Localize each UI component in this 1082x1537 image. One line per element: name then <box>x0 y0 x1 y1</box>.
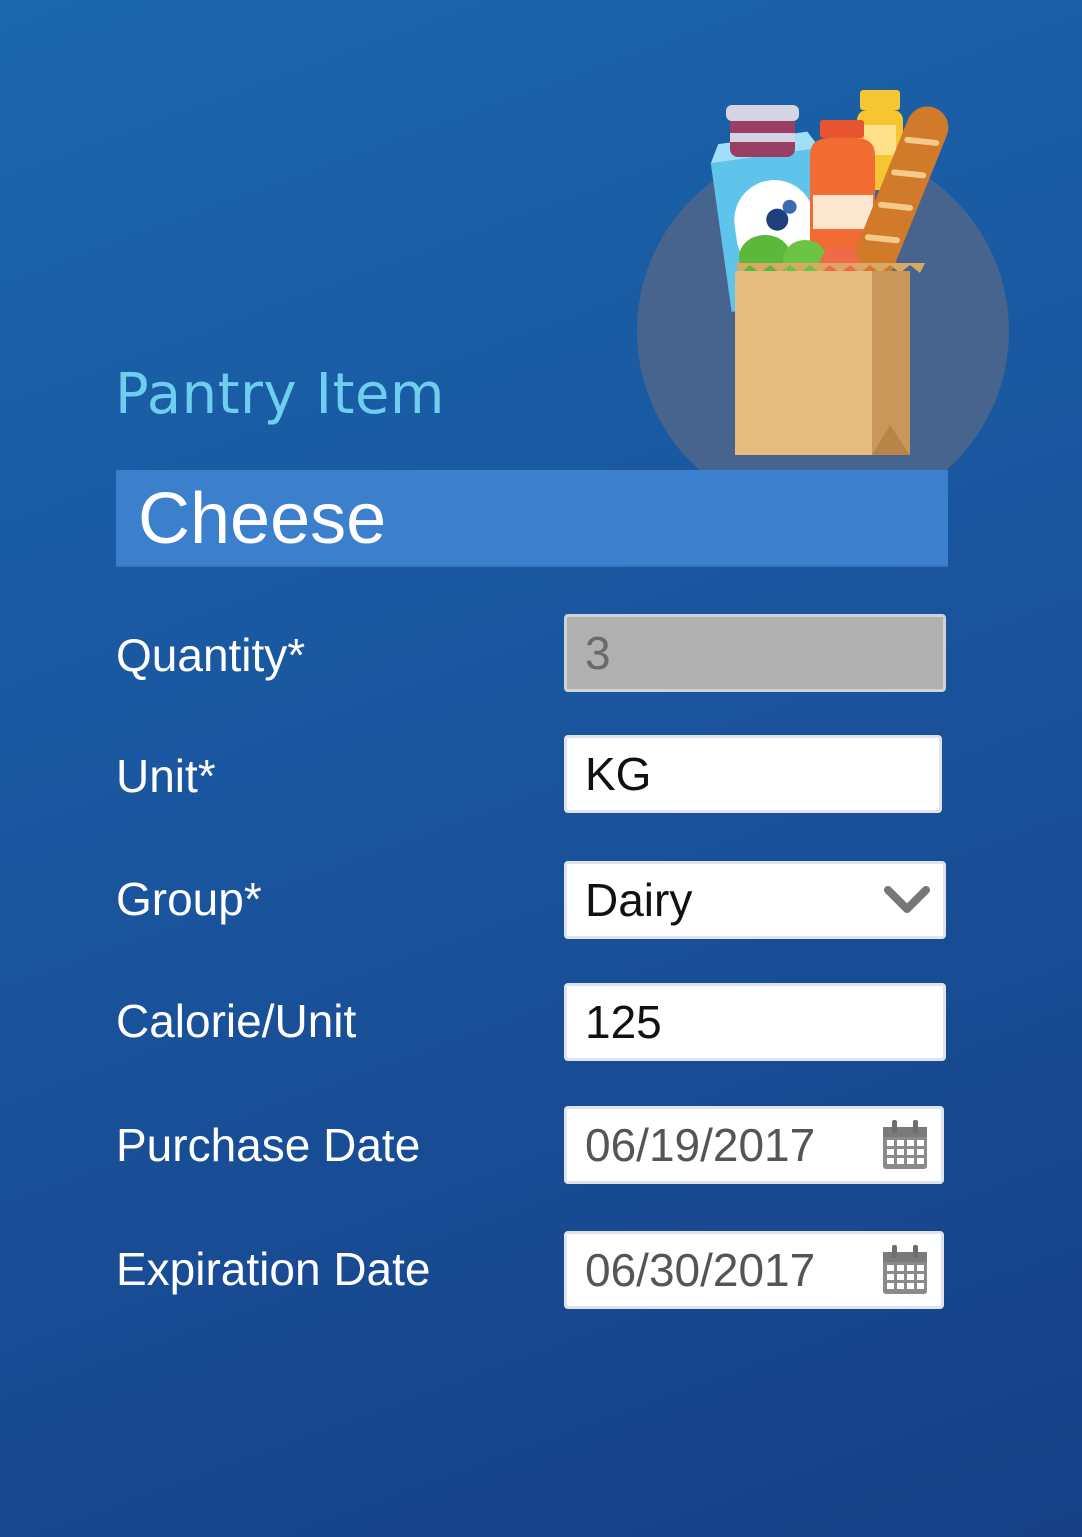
expiration-date-input[interactable]: 06/30/2017 <box>564 1231 944 1309</box>
expiration-date-label: Expiration Date <box>116 1243 431 1295</box>
calendar-icon[interactable] <box>881 1119 929 1171</box>
group-select[interactable]: Dairy <box>564 861 946 939</box>
group-selected-value: Dairy <box>585 874 693 926</box>
unit-input[interactable]: KG <box>564 735 942 813</box>
item-name-value: Cheese <box>138 478 387 559</box>
calorie-value: 125 <box>585 996 662 1048</box>
quantity-field: 3 <box>564 614 946 692</box>
unit-value: KG <box>585 748 652 800</box>
chevron-down-icon <box>884 886 930 913</box>
purchase-date-label: Purchase Date <box>116 1119 421 1171</box>
expiration-date-value: 06/30/2017 <box>585 1244 816 1296</box>
grocery-bag-icon <box>710 90 949 455</box>
page-title: Pantry Item <box>115 362 445 427</box>
calendar-icon[interactable] <box>881 1244 929 1296</box>
calorie-label: Calorie/Unit <box>116 995 357 1047</box>
unit-label: Unit* <box>116 750 216 802</box>
quantity-value: 3 <box>585 627 611 679</box>
calorie-input[interactable]: 125 <box>564 983 946 1061</box>
item-name-field[interactable]: Cheese <box>116 470 948 567</box>
quantity-label: Quantity* <box>116 629 306 681</box>
purchase-date-value: 06/19/2017 <box>585 1119 816 1171</box>
group-label: Group* <box>116 873 262 925</box>
pantry-item-screen: Pantry Item Cheese Quantity* 3 Unit* KG … <box>0 0 1082 1537</box>
purchase-date-input[interactable]: 06/19/2017 <box>564 1106 944 1184</box>
